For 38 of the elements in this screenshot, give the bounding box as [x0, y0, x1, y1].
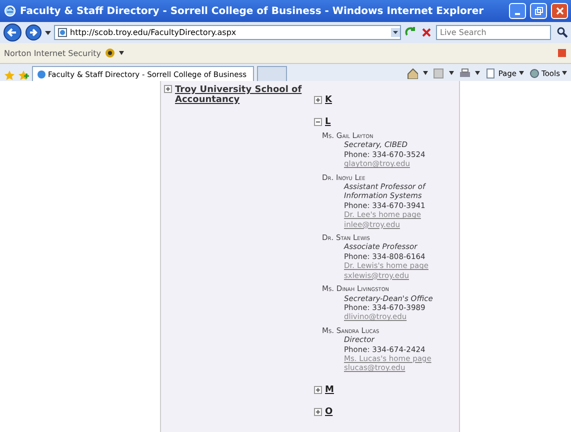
collapse-icon[interactable]: [314, 118, 322, 126]
dropdown-caret-icon[interactable]: [423, 71, 428, 75]
dropdown-caret-icon[interactable]: [45, 30, 51, 34]
stop-icon[interactable]: [420, 26, 433, 39]
dropdown-caret-icon[interactable]: [118, 51, 124, 55]
dropdown-caret-icon: [562, 71, 567, 75]
search-icon[interactable]: [557, 27, 568, 38]
page-icon: [485, 68, 496, 78]
address-field[interactable]: http://scob.troy.edu/FacultyDirectory.aspx: [54, 25, 401, 40]
letter-link[interactable]: O: [325, 406, 333, 417]
window-title: Faculty & Staff Directory - Sorrell College of Business - Windows Internet Explorer: [20, 6, 485, 16]
norton-logo-icon[interactable]: [104, 48, 115, 58]
letter-link[interactable]: K: [325, 95, 332, 105]
dropdown-caret-icon[interactable]: [475, 71, 480, 75]
letter-link[interactable]: L: [325, 117, 331, 127]
toolbar-label: Norton Internet Security: [4, 48, 101, 58]
back-icon[interactable]: [3, 23, 22, 42]
expand-icon[interactable]: [314, 96, 322, 104]
dropdown-caret-icon: [518, 71, 524, 75]
close-button[interactable]: [551, 3, 568, 19]
expand-icon[interactable]: [164, 85, 172, 93]
page-icon: [58, 28, 67, 37]
dropdown-caret-icon[interactable]: [449, 71, 454, 75]
expand-icon[interactable]: [314, 408, 322, 416]
close-icon: [556, 7, 564, 15]
department-link[interactable]: Troy University School of Accountancy: [175, 85, 304, 105]
home-icon[interactable]: [407, 68, 418, 78]
favorites-star-icon[interactable]: [4, 70, 15, 81]
expand-icon[interactable]: [314, 386, 322, 394]
letter-link[interactable]: M: [325, 384, 334, 395]
add-favorite-icon[interactable]: [18, 70, 29, 81]
dropdown-caret-icon[interactable]: [391, 28, 400, 37]
forward-icon[interactable]: [25, 24, 42, 41]
restore-icon: [534, 7, 542, 15]
search-field[interactable]: Live Search: [436, 25, 551, 40]
restore-button[interactable]: [530, 3, 547, 19]
printer-icon[interactable]: [459, 68, 470, 78]
minimize-button[interactable]: [509, 3, 526, 19]
